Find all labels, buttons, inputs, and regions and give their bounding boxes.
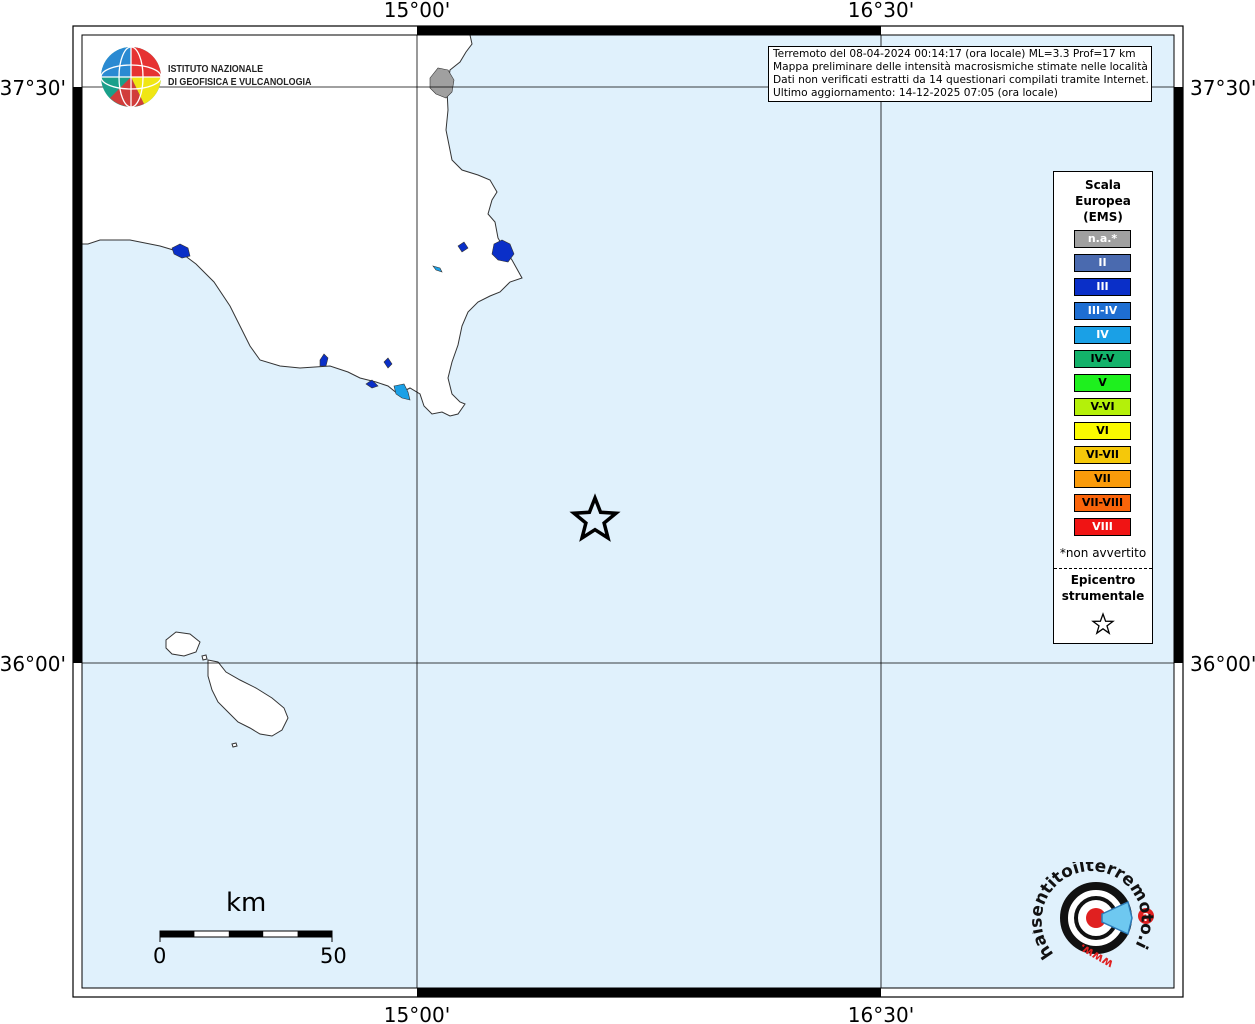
scale-start-label: 0: [153, 944, 167, 968]
event-info-box: Terremoto del 08-04-2024 00:14:17 (ora l…: [768, 46, 1152, 102]
lon-tick-top-2: 16°30': [848, 0, 914, 22]
comino-island: [201, 654, 208, 661]
legend-title: Scala Europea (EMS): [1075, 178, 1131, 224]
legend-swatch: IV-V: [1074, 350, 1131, 368]
ingv-logo: ISTITUTO NAZIONALE DI GEOFISICA E VULCAN…: [100, 46, 315, 112]
event-info-line1: Terremoto del 08-04-2024 00:14:17 (ora l…: [773, 48, 1136, 60]
legend-separator: [1054, 568, 1152, 569]
legend-swatch: n.a.*: [1074, 230, 1131, 248]
hai-sentito-il-terremoto-logo[interactable]: ? haisentitoilterremoto.it www.: [1026, 847, 1162, 978]
legend-swatch: VII-VIII: [1074, 494, 1131, 512]
legend-epicenter-label: Epicentro strumentale: [1061, 573, 1145, 603]
hst-logo-graphic: ? haisentitoilterremoto.it www.: [1026, 847, 1156, 972]
lat-tick-left-2: 36°00': [0, 652, 66, 676]
legend-swatch: V: [1074, 374, 1131, 392]
scale-unit-label: km: [226, 888, 267, 918]
lat-tick-left-1: 37°30': [0, 76, 66, 100]
scale-end-label: 50: [320, 944, 347, 968]
legend-swatch: VI-VII: [1074, 446, 1131, 464]
event-info-line2: Mappa preliminare delle intensità macros…: [773, 60, 1148, 73]
legend-swatch: IV: [1074, 326, 1131, 344]
legend-swatch: V-VI: [1074, 398, 1131, 416]
lon-tick-top-1: 15°00': [384, 0, 450, 22]
lat-tick-right-1: 37°30': [1190, 76, 1255, 100]
legend-swatch: III-IV: [1074, 302, 1131, 320]
filfla-islet: [231, 742, 238, 748]
ingv-name-line1: ISTITUTO NAZIONALE: [168, 63, 264, 75]
ingv-name-line2: DI GEOFISICA E VULCANOLOGIA: [168, 76, 312, 88]
event-info-line4: Ultimo aggiornamento: 14-12-2025 07:05 (…: [773, 86, 1058, 99]
lon-tick-bottom-1: 15°00': [384, 1003, 450, 1024]
legend-swatch: VI: [1074, 422, 1131, 440]
event-info-line3: Dati non verificati estratti da 14 quest…: [773, 73, 1149, 86]
lat-tick-right-2: 36°00': [1190, 652, 1255, 676]
legend-swatch: VII: [1074, 470, 1131, 488]
legend-swatch: III: [1074, 278, 1131, 296]
intensity-legend: Scala Europea (EMS) n.a.* II III III-IV IV IV…: [1053, 171, 1153, 644]
legend-swatch: II: [1074, 254, 1131, 272]
ingv-globe-icon: [100, 46, 162, 108]
legend-note: *non avvertito: [1059, 546, 1147, 560]
ingv-name: ISTITUTO NAZIONALE DI GEOFISICA E VULCAN…: [168, 63, 311, 89]
legend-star-icon: [1091, 612, 1115, 635]
legend-swatch: VIII: [1074, 518, 1131, 536]
lon-tick-bottom-2: 16°30': [848, 1003, 914, 1024]
